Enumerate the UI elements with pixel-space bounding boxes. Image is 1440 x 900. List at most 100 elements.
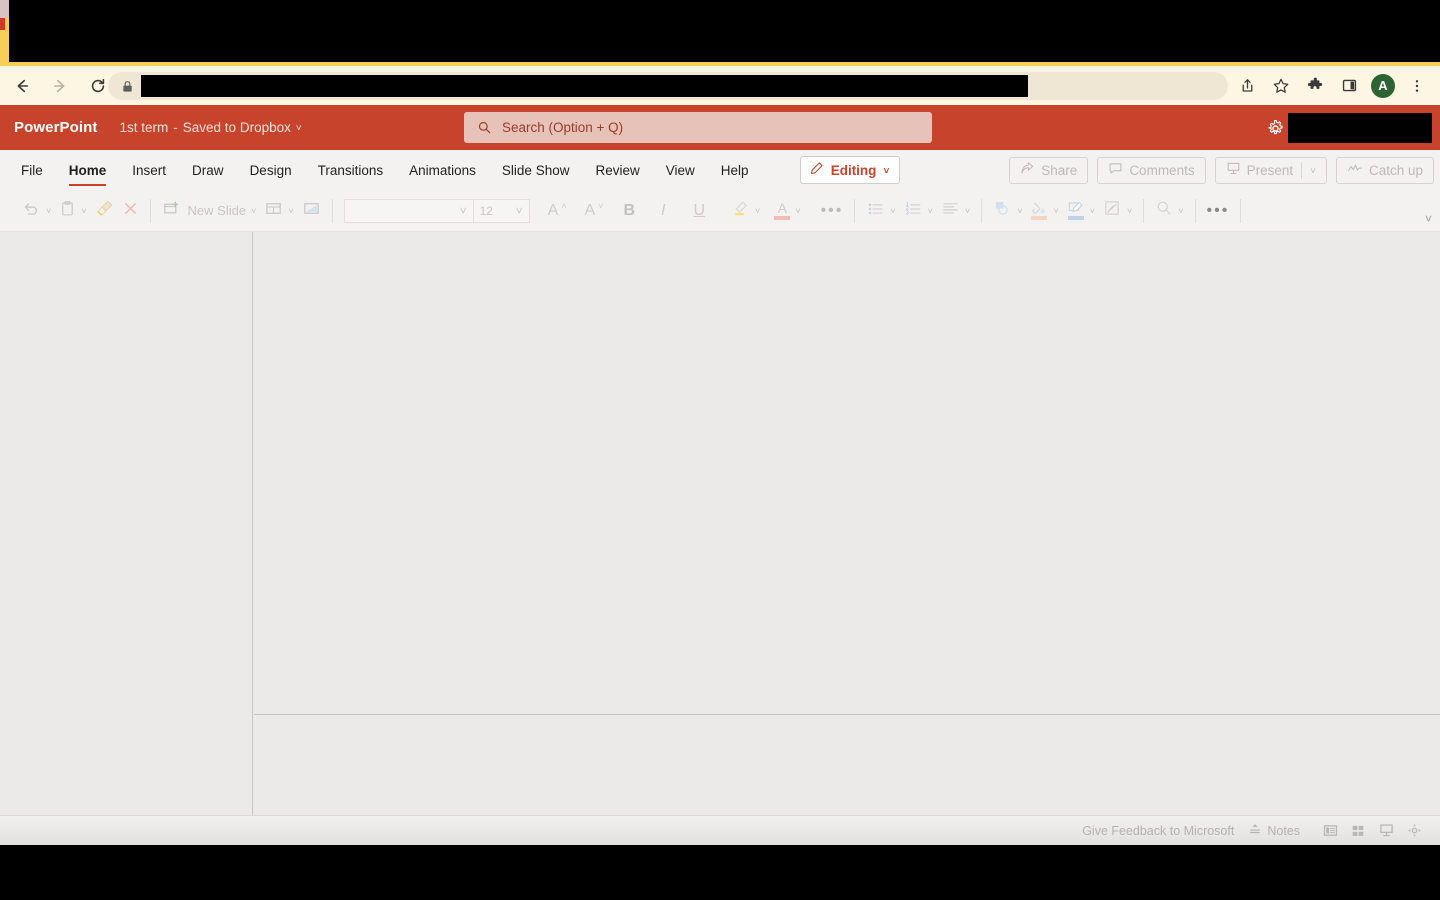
chevron-down-icon[interactable]: ˅ — [460, 204, 467, 218]
chevron-down-icon[interactable]: ˅ — [755, 206, 760, 216]
editing-label: Editing — [830, 162, 877, 178]
tab-label: Review — [595, 162, 640, 178]
chevron-down-icon[interactable]: ˅ — [1310, 166, 1316, 177]
chevron-down-icon[interactable]: ˅ — [251, 206, 256, 216]
shape-effects-button[interactable]: ˅ — [1099, 194, 1136, 228]
underline-button[interactable]: U — [689, 194, 709, 228]
chevron-down-icon[interactable]: ˅ — [296, 123, 302, 134]
chevron-down-icon[interactable]: ˅ — [1178, 206, 1183, 216]
shapes-button[interactable]: ˅ — [989, 194, 1026, 228]
tab-file[interactable]: File — [8, 151, 56, 189]
italic-button[interactable]: I — [657, 194, 669, 228]
reset-slide-button[interactable] — [298, 194, 325, 228]
puzzle-icon[interactable] — [1300, 71, 1330, 101]
chevron-down-icon[interactable]: ˅ — [795, 206, 800, 216]
font-controls: ˅ 12 ˅ — [343, 198, 530, 223]
tab-insert[interactable]: Insert — [119, 151, 179, 189]
align-text-icon — [941, 199, 960, 223]
text-highlight-button[interactable]: ˅ — [727, 194, 764, 228]
format-painter-button[interactable] — [91, 194, 118, 228]
tab-transitions[interactable]: Transitions — [305, 151, 397, 189]
fit-to-window-icon[interactable] — [1400, 820, 1428, 842]
forward-button[interactable] — [44, 70, 76, 102]
font-size-input[interactable]: 12 ˅ — [472, 199, 529, 222]
align-button[interactable]: ˅ — [937, 194, 974, 228]
browser-actions: A — [1232, 66, 1432, 105]
notes-button[interactable]: Notes — [1248, 822, 1300, 839]
tab-design[interactable]: Design — [237, 151, 305, 189]
catch-up-button[interactable]: Catch up — [1335, 156, 1434, 184]
layout-button[interactable]: ˅ — [260, 194, 297, 228]
gear-icon[interactable] — [1265, 118, 1285, 138]
tab-label: Insert — [132, 162, 167, 178]
chevron-down-icon[interactable]: ˅ — [288, 206, 293, 216]
shrink-font-button[interactable]: A ˅ — [581, 194, 608, 228]
shrink-font-icon: A — [584, 201, 596, 219]
side-panel-icon[interactable] — [1334, 71, 1364, 101]
undo-button[interactable]: ˅ — [18, 194, 55, 228]
share-icon[interactable] — [1232, 71, 1262, 101]
font-color-button[interactable]: A ˅ — [770, 194, 804, 228]
kebab-menu-icon[interactable] — [1402, 71, 1432, 101]
present-button[interactable]: Present ˅ — [1214, 156, 1327, 184]
present-split-divider — [1301, 161, 1303, 179]
tab-view[interactable]: View — [653, 151, 708, 189]
editing-mode-button[interactable]: Editing ˅ — [799, 156, 901, 184]
normal-view-icon[interactable] — [1316, 820, 1344, 842]
close-x-icon — [122, 200, 139, 222]
bold-button[interactable]: B — [619, 194, 639, 228]
reading-view-icon[interactable] — [1372, 820, 1400, 842]
font-name-input[interactable]: ˅ — [345, 200, 473, 222]
numbering-button[interactable]: 123 ˅ — [900, 194, 937, 228]
toolbar-divider — [1240, 198, 1242, 223]
feedback-link[interactable]: Give Feedback to Microsoft — [1082, 824, 1234, 838]
star-icon[interactable] — [1266, 71, 1296, 101]
more-font-options-button[interactable]: ••• — [817, 194, 848, 228]
shape-outline-button[interactable]: ˅ — [1063, 194, 1099, 228]
chevron-down-icon[interactable]: ˅ — [928, 206, 933, 216]
paintbrush-icon — [95, 199, 114, 223]
paste-button[interactable]: ˅ — [55, 194, 90, 228]
chevron-down-icon[interactable]: ˅ — [81, 206, 86, 216]
notes-pane[interactable] — [254, 716, 1440, 815]
chevron-down-icon[interactable]: ˅ — [516, 204, 523, 218]
chevron-down-icon[interactable]: ˅ — [890, 206, 895, 216]
slide-canvas[interactable] — [254, 232, 1440, 715]
comments-label: Comments — [1129, 162, 1195, 178]
pencil-icon — [809, 161, 824, 179]
bullets-button[interactable]: ˅ — [862, 194, 899, 228]
chevron-down-icon[interactable]: ˅ — [1017, 206, 1022, 216]
avatar[interactable]: A — [1368, 71, 1398, 101]
search-box[interactable]: Search (Option + Q) — [464, 112, 932, 143]
tab-animations[interactable]: Animations — [396, 151, 489, 189]
clear-formatting-button[interactable] — [118, 194, 143, 228]
browser-toolbar: A — [0, 66, 1440, 105]
address-bar[interactable] — [108, 72, 1228, 100]
chevron-down-icon[interactable]: ˅ — [1127, 206, 1132, 216]
tab-draw[interactable]: Draw — [179, 151, 237, 189]
chevron-down-icon[interactable]: ˅ — [965, 206, 970, 216]
chevron-down-icon[interactable]: ˅ — [1090, 206, 1095, 216]
new-slide-button[interactable]: New Slide ˅ — [158, 194, 261, 228]
activity-line-icon — [1347, 161, 1363, 179]
shape-fill-button[interactable]: ˅ — [1026, 194, 1062, 228]
file-info[interactable]: 1st term - Saved to Dropbox ˅ — [120, 120, 302, 135]
collapse-ribbon-button[interactable]: ˅ — [1425, 212, 1432, 226]
browser-tab-strip[interactable] — [0, 0, 1440, 66]
tab-slide-show[interactable]: Slide Show — [489, 151, 583, 189]
slide-sorter-icon[interactable] — [1344, 820, 1372, 842]
share-button[interactable]: Share — [1009, 156, 1089, 184]
chevron-down-icon[interactable]: ˅ — [1053, 206, 1058, 216]
toolbar-divider — [854, 198, 856, 223]
tab-home[interactable]: Home — [56, 151, 120, 189]
chevron-down-icon[interactable]: ˅ — [46, 206, 51, 216]
back-button[interactable] — [6, 70, 38, 102]
tab-help[interactable]: Help — [708, 151, 762, 189]
grow-font-button[interactable]: A ˄ — [544, 194, 571, 228]
find-button[interactable]: ˅ — [1151, 194, 1187, 228]
comments-button[interactable]: Comments — [1097, 156, 1206, 184]
more-commands-button[interactable]: ••• — [1203, 194, 1234, 228]
slide-thumbnail-pane[interactable] — [0, 232, 253, 815]
share-label: Share — [1041, 162, 1078, 178]
tab-review[interactable]: Review — [582, 151, 652, 189]
